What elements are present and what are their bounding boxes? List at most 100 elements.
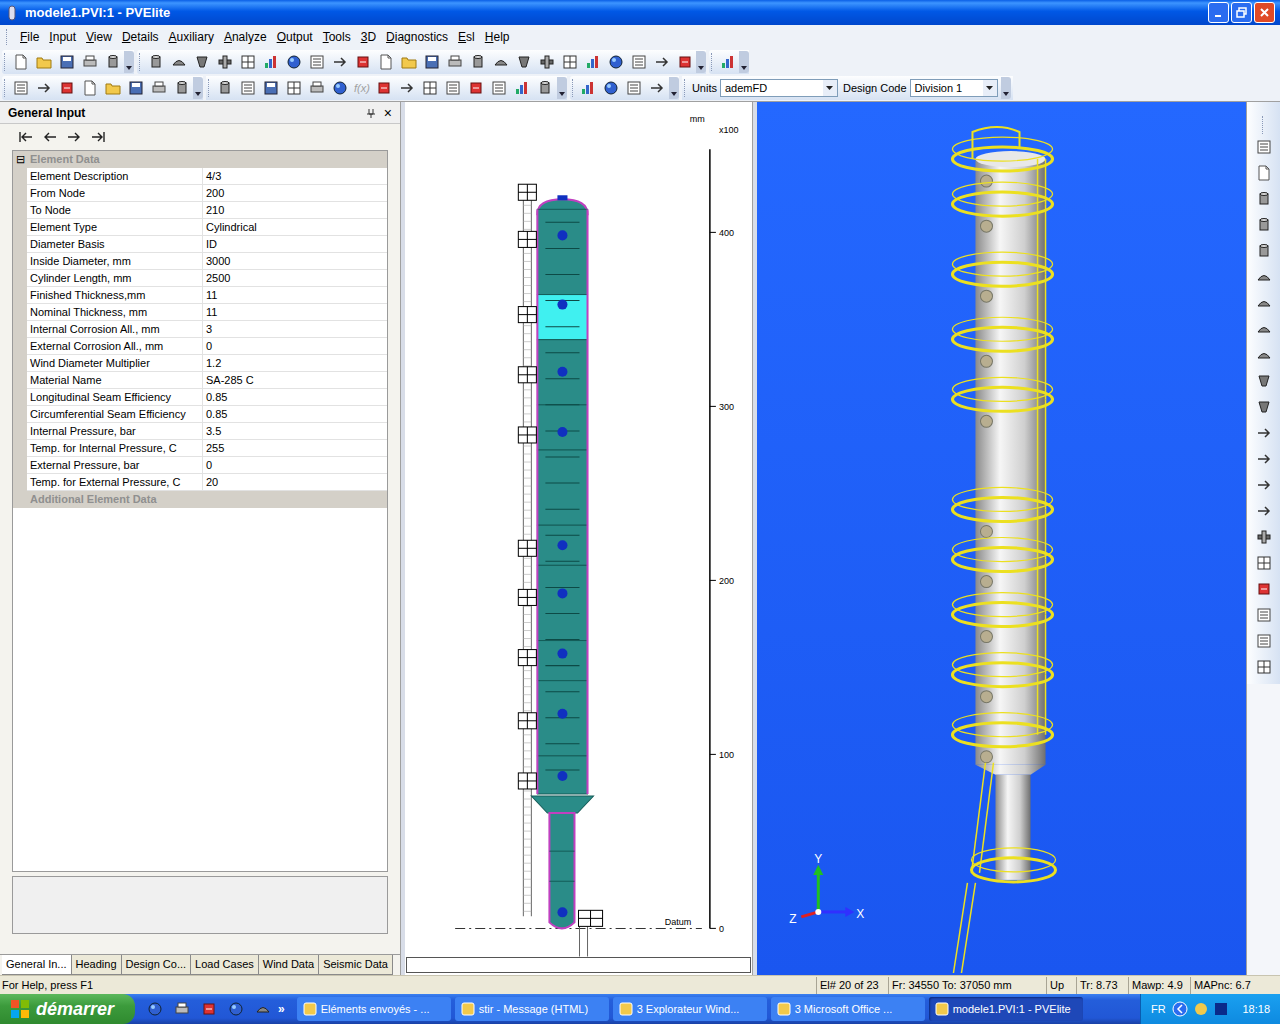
menu-item[interactable]: 3D (356, 28, 381, 46)
menu-item[interactable]: View (81, 28, 117, 46)
property-row[interactable]: Internal Pressure, bar3.5 (13, 423, 387, 440)
toolbar-button[interactable] (144, 51, 167, 73)
tray-icon[interactable] (1214, 1002, 1228, 1016)
task-button[interactable]: Eléments envoyés - ... (297, 997, 451, 1021)
property-row[interactable]: Temp. for External Pressure, C20 (13, 474, 387, 491)
property-row[interactable]: Inside Diameter, mm3000 (13, 253, 387, 270)
bottom-tab[interactable]: Heading (72, 955, 122, 975)
next-element-icon[interactable] (66, 131, 82, 143)
menu-item[interactable]: Auxiliary (164, 28, 219, 46)
toolbar-button[interactable] (1252, 396, 1275, 418)
toolbar-button[interactable] (1252, 526, 1275, 548)
property-row[interactable]: Diameter BasisID (13, 236, 387, 253)
toolbar-button[interactable] (170, 77, 193, 99)
toolbar-button[interactable] (600, 77, 623, 99)
property-row[interactable]: External Corrosion All., mm0 (13, 338, 387, 355)
toolbar-button[interactable] (1252, 136, 1275, 158)
bottom-tab[interactable]: Seismic Data (319, 955, 393, 975)
close-panel-button[interactable]: × (384, 106, 392, 120)
toolbar-button[interactable] (1252, 266, 1275, 288)
dropdown-button[interactable] (983, 80, 997, 96)
property-value[interactable]: 2500 (203, 270, 387, 287)
restore-button[interactable] (1231, 2, 1252, 23)
minimize-button[interactable] (1208, 2, 1229, 23)
menu-item[interactable]: Help (480, 28, 515, 46)
toolbar-button[interactable] (1252, 604, 1275, 626)
toolbar-button[interactable] (1252, 656, 1275, 678)
menu-item[interactable]: Analyze (219, 28, 272, 46)
toolbar-button[interactable] (305, 77, 328, 99)
quick-launch-overflow[interactable]: » (278, 1000, 285, 1018)
close-button[interactable] (1254, 2, 1275, 23)
toolbar-button[interactable] (558, 51, 581, 73)
toolbar-button[interactable] (581, 51, 604, 73)
toolbar-button[interactable] (627, 51, 650, 73)
pin-icon[interactable] (366, 108, 376, 118)
toolbar-button[interactable] (442, 77, 465, 99)
toolbar-button[interactable] (190, 51, 213, 73)
toolbar-button[interactable] (650, 51, 673, 73)
last-element-icon[interactable] (90, 131, 106, 143)
property-row[interactable]: External Pressure, bar0 (13, 457, 387, 474)
toolbar-button[interactable] (101, 51, 124, 73)
formula-button[interactable]: f(x) (351, 80, 373, 97)
menu-item[interactable]: Input (44, 28, 81, 46)
command-input[interactable] (406, 957, 751, 973)
toolbar-button[interactable] (1252, 578, 1275, 600)
toolbar-overflow[interactable] (739, 51, 749, 73)
toolbar-button[interactable] (511, 77, 534, 99)
section-header[interactable]: ⊟Element Data (13, 151, 387, 168)
property-row[interactable]: Material NameSA-285 C (13, 372, 387, 389)
toolbar-button[interactable] (1252, 500, 1275, 522)
toolbar-grip[interactable] (4, 53, 7, 71)
property-value[interactable]: 3 (203, 321, 387, 338)
toolbar-button[interactable] (716, 51, 739, 73)
toolbar-button[interactable] (443, 51, 466, 73)
menu-item[interactable]: Details (117, 28, 164, 46)
toolbar-button[interactable] (167, 51, 190, 73)
toolbar-button[interactable] (101, 77, 124, 99)
toolbar-button[interactable] (1252, 422, 1275, 444)
toolbar-button[interactable] (305, 51, 328, 73)
toolbar-button[interactable] (397, 51, 420, 73)
toolbar-button[interactable] (489, 51, 512, 73)
toolbar-button[interactable] (1252, 552, 1275, 574)
toolbar-grip[interactable] (684, 79, 687, 97)
property-row[interactable]: Finished Thickness,mm11 (13, 287, 387, 304)
tray-icon[interactable] (1194, 1002, 1208, 1016)
toolbar-button[interactable] (396, 77, 419, 99)
property-value[interactable]: 11 (203, 287, 387, 304)
property-row[interactable]: Circumferential Seam Efficiency0.85 (13, 406, 387, 423)
menu-item[interactable]: Diagnostics (381, 28, 453, 46)
toolbar-grip[interactable] (4, 79, 7, 97)
toolbar-grip[interactable] (139, 53, 142, 71)
bottom-tab[interactable]: Load Cases (191, 955, 259, 975)
toolbar-grip[interactable] (1262, 116, 1265, 134)
toolbar-overflow[interactable] (124, 51, 134, 73)
toolbar-grip[interactable] (572, 79, 575, 97)
toolbar-grip[interactable] (711, 53, 714, 71)
toolbar-button[interactable] (419, 77, 442, 99)
toolbar-button[interactable] (224, 998, 247, 1020)
property-value[interactable]: ID (203, 236, 387, 253)
toolbar-button[interactable] (197, 998, 220, 1020)
property-value[interactable]: 0 (203, 338, 387, 355)
property-value[interactable]: SA-285 C (203, 372, 387, 389)
tray-icon[interactable] (1172, 1001, 1188, 1017)
menu-item[interactable]: Output (272, 28, 318, 46)
property-row[interactable]: From Node200 (13, 185, 387, 202)
toolbar-overflow[interactable] (1001, 77, 1011, 99)
drawing-area[interactable]: mmx1004003002001000Datum (405, 102, 752, 957)
toolbar-button[interactable] (236, 77, 259, 99)
property-row[interactable]: Internal Corrosion All., mm3 (13, 321, 387, 338)
task-button[interactable]: 3 Explorateur Wind... (613, 997, 767, 1021)
toolbar-button[interactable] (55, 51, 78, 73)
property-value[interactable]: 0 (203, 457, 387, 474)
section-toggle[interactable]: ⊟ (13, 154, 27, 165)
toolbar-button[interactable] (623, 77, 646, 99)
property-value[interactable]: 20 (203, 474, 387, 491)
task-button[interactable]: stir - Message (HTML) (455, 997, 609, 1021)
start-button[interactable]: démarrer (0, 994, 135, 1024)
property-value[interactable]: 4/3 (203, 168, 387, 185)
toolbar-button[interactable] (213, 77, 236, 99)
